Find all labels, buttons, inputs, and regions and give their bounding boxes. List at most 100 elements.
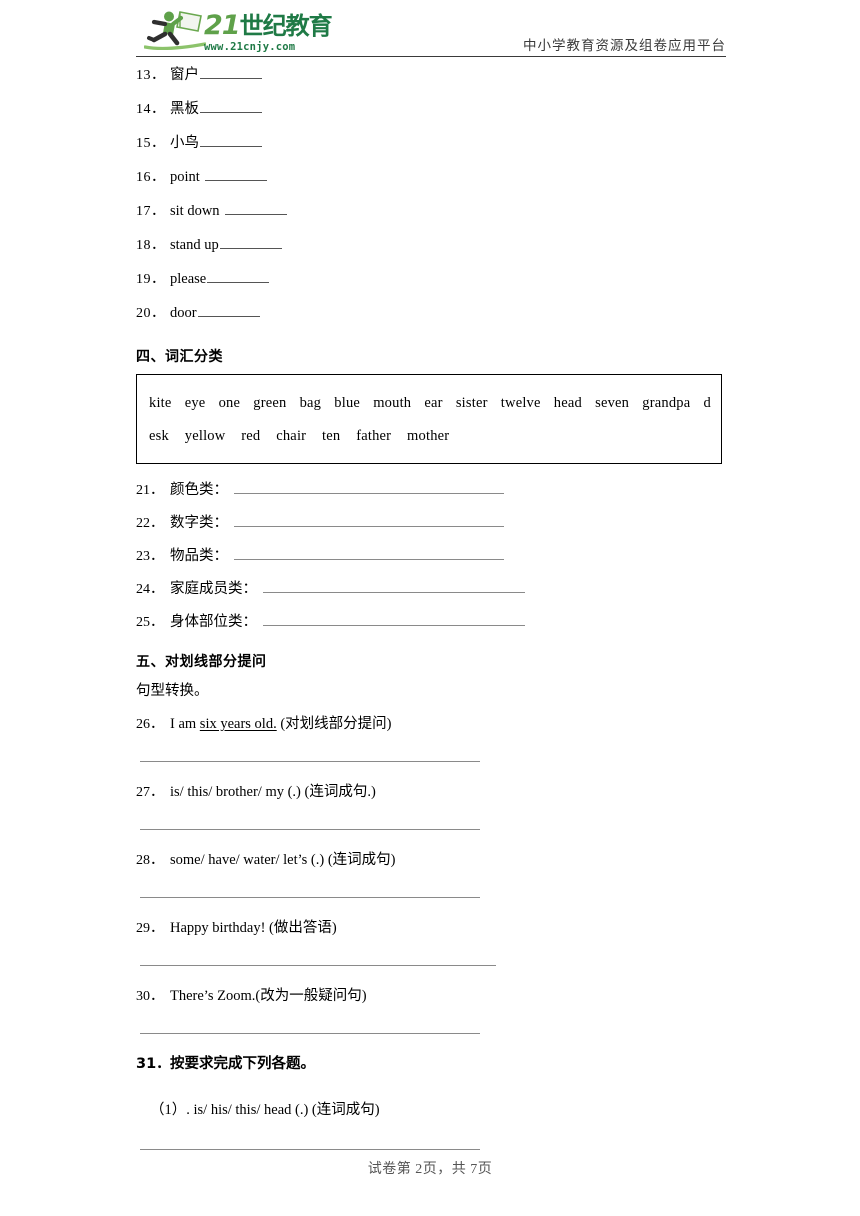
list-item: 14． 黑板 xyxy=(136,100,736,134)
item-text: I am six years old. (对划线部分提问) xyxy=(170,712,392,733)
logo-brand-cn: 世纪教育 xyxy=(239,12,333,40)
list-item: 29． Happy birthday! (做出答语) xyxy=(136,916,736,966)
answer-blank[interactable] xyxy=(224,202,287,215)
item-number: 27． xyxy=(136,785,164,800)
item-text: is/ this/ brother/ my (.) (连词成句.) xyxy=(170,784,376,800)
section-heading-four: 四、词汇分类 xyxy=(136,349,223,365)
item-text: 黑板 xyxy=(170,101,199,117)
item-text: Happy birthday! (做出答语) xyxy=(170,920,337,936)
word-item: chair xyxy=(276,428,307,444)
answer-blank[interactable] xyxy=(263,581,525,593)
answer-blank[interactable] xyxy=(200,134,262,147)
list-item: 27． is/ this/ brother/ my (.) (连词成句.) xyxy=(136,780,736,830)
word-item: twelve xyxy=(500,395,541,411)
category-label: 家庭成员类： xyxy=(170,581,257,597)
word-item: mouth xyxy=(373,395,412,411)
word-item: grandpa xyxy=(642,395,691,411)
item-text: 窗户 xyxy=(170,67,199,83)
list-item: 25． 身体部位类： xyxy=(136,610,736,643)
section-note: 句型转换。 xyxy=(136,683,209,699)
word-item: sister xyxy=(455,395,488,411)
list-item: 30． There’s Zoom.(改为一般疑问句) xyxy=(136,984,736,1034)
running-person-with-flag-icon xyxy=(144,11,206,51)
list-item: 21． 颜色类： xyxy=(136,478,736,511)
item-number: 24． xyxy=(136,582,164,597)
list-item: 18． stand up xyxy=(136,236,736,270)
answer-blank[interactable] xyxy=(200,66,262,79)
answer-blank[interactable] xyxy=(197,304,260,317)
page-header: 21 世纪教育 www.21cnjy.com 中小学教育资源及组卷应用平台 xyxy=(136,10,726,58)
item-number: 14． xyxy=(136,102,166,117)
question-31: 31． 按要求完成下列各题。 （1）. is/ his/ this/ head … xyxy=(136,1052,736,1150)
item-number: 31． xyxy=(136,1056,171,1072)
category-list: 21． 颜色类： 22． 数字类： 23． 物品类： 24． 家庭成员类： 25… xyxy=(136,478,736,643)
word-item: red xyxy=(241,428,261,444)
answer-blank[interactable] xyxy=(140,1149,480,1150)
item-number: 18． xyxy=(136,238,166,253)
category-label: 数字类： xyxy=(170,515,228,531)
word-item: kite xyxy=(149,395,172,411)
answer-blank[interactable] xyxy=(140,761,480,762)
word-item: blue xyxy=(334,395,361,411)
list-item: 28． some/ have/ water/ let’s (.) (连词成句) xyxy=(136,848,736,898)
item-text-underlined: six years old. xyxy=(199,716,277,732)
answer-blank[interactable] xyxy=(263,614,525,626)
answer-blank[interactable] xyxy=(140,829,480,830)
item-number: 17． xyxy=(136,204,166,219)
category-label: 物品类： xyxy=(170,548,228,564)
word-item: bag xyxy=(299,395,322,411)
item-number: 26． xyxy=(136,717,164,732)
answer-blank[interactable] xyxy=(140,1033,480,1034)
site-logo: 21 世纪教育 www.21cnjy.com xyxy=(136,10,333,56)
word-item: eye xyxy=(184,395,206,411)
list-item: 19． please xyxy=(136,270,736,304)
logo-url: www.21cnjy.com xyxy=(204,41,296,53)
item-text: point xyxy=(170,169,200,185)
list-item: 24． 家庭成员类： xyxy=(136,577,736,610)
section-heading-five: 五、对划线部分提问 xyxy=(136,654,267,670)
list-item: 20． door xyxy=(136,304,736,338)
item-text: sit down xyxy=(170,203,220,219)
answer-blank[interactable] xyxy=(140,897,480,898)
list-item: 26． I am six years old. (对划线部分提问) xyxy=(136,712,736,762)
item-text-pre: I am xyxy=(170,716,200,732)
word-item: one xyxy=(218,395,241,411)
item-number: 29． xyxy=(136,921,164,936)
answer-blank[interactable] xyxy=(200,100,262,113)
answer-blank[interactable] xyxy=(234,482,504,494)
item-title: 按要求完成下列各题。 xyxy=(170,1056,315,1072)
list-item: 13． 窗户 xyxy=(136,66,736,100)
item-number: 20． xyxy=(136,306,166,321)
category-label: 身体部位类： xyxy=(170,614,257,630)
item-number: 23． xyxy=(136,549,164,564)
answer-blank[interactable] xyxy=(234,515,504,527)
word-item: seven xyxy=(595,395,630,411)
answer-blank[interactable] xyxy=(234,548,504,560)
word-item: ear xyxy=(424,395,443,411)
item-number: 21． xyxy=(136,483,164,498)
word-bank-box: kite eye one green bag blue mouth ear si… xyxy=(136,374,722,464)
translation-list: 13． 窗户 14． 黑板 15． 小鸟 16． point 17． sit d… xyxy=(136,66,736,338)
word-item: esk xyxy=(149,428,169,444)
item-number: 16． xyxy=(136,170,166,185)
answer-blank[interactable] xyxy=(204,168,267,181)
list-item: 23． 物品类： xyxy=(136,544,736,577)
list-item: 15． 小鸟 xyxy=(136,134,736,168)
item-number: 25． xyxy=(136,615,164,630)
item-text: There’s Zoom.(改为一般疑问句) xyxy=(170,988,367,1004)
answer-blank[interactable] xyxy=(219,236,282,249)
item-text-post: (对划线部分提问) xyxy=(276,716,392,732)
item-text: some/ have/ water/ let’s (.) (连词成句) xyxy=(170,852,396,868)
item-number: 22． xyxy=(136,516,164,531)
answer-blank[interactable] xyxy=(140,965,496,966)
item-text: 小鸟 xyxy=(170,135,199,151)
item-text: door xyxy=(170,305,197,321)
answer-blank[interactable] xyxy=(207,270,270,283)
list-item: 17． sit down xyxy=(136,202,736,236)
category-label: 颜色类： xyxy=(170,482,228,498)
logo-brand-21: 21 xyxy=(204,10,241,41)
word-item: ten xyxy=(322,428,341,444)
word-item: d xyxy=(703,395,711,411)
list-item: 16． point xyxy=(136,168,736,202)
item-text: please xyxy=(170,271,207,287)
